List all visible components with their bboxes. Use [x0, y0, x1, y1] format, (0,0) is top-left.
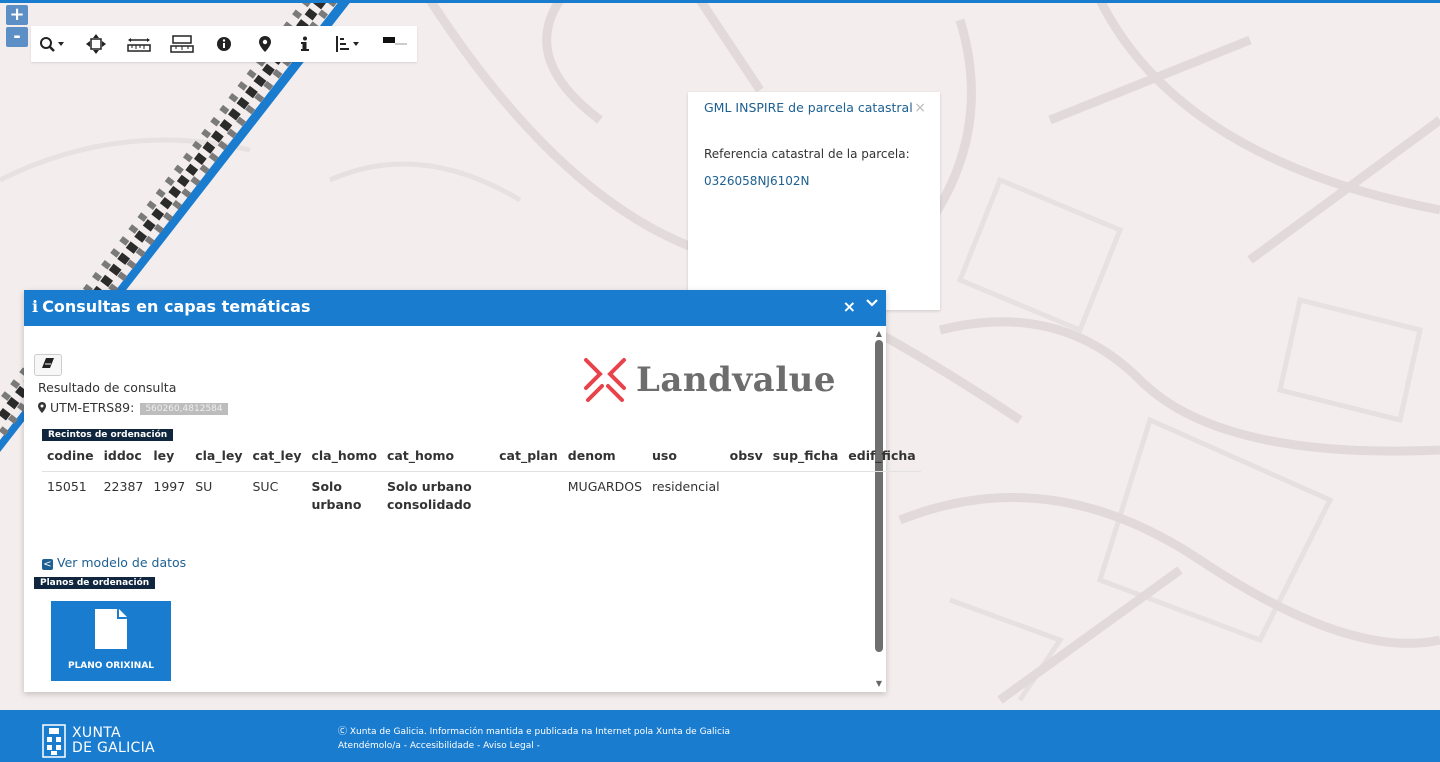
column-header: iddoc: [98, 442, 149, 472]
column-header: cat_homo: [381, 442, 495, 472]
footer-copyright: Ⓒ Xunta de Galicia. Información mantida …: [338, 725, 730, 739]
panel-header: i Consultas en capas temáticas ×: [24, 290, 886, 326]
column-header: cla_homo: [306, 442, 382, 472]
gml-inspire-popup: GML INSPIRE de parcela catastral × Refer…: [688, 92, 940, 310]
cell-codine: 15051: [47, 479, 87, 494]
layers-list-dropdown-icon[interactable]: [325, 26, 373, 62]
thematic-query-panel: i Consultas en capas temáticas × ▲ ▼ Resu…: [24, 290, 921, 692]
landvalue-mark-icon: [584, 358, 626, 402]
column-header: cla_ley: [190, 442, 248, 472]
xunta-brand-line1: XUNTA: [72, 725, 121, 741]
panel-close-button[interactable]: ×: [843, 297, 856, 316]
zoom-control: + -: [6, 5, 28, 49]
column-header: sup_ficha: [767, 442, 844, 472]
cell-cat-homo: Solo urbano consolidado: [382, 472, 494, 521]
footer-copyright-text: Xunta de Galicia. Información mantida e …: [349, 727, 731, 737]
fullscreen-arrows-icon[interactable]: [75, 26, 117, 62]
landvalue-logo-text: Landvalue: [636, 360, 836, 400]
result-title: Resultado de consulta: [38, 380, 177, 395]
cell-uso: residencial: [652, 479, 720, 494]
creative-commons-icon: Ⓒ: [338, 727, 350, 737]
share-icon: <: [42, 559, 53, 570]
landvalue-logo: Landvalue: [580, 356, 860, 406]
cell-cla-homo: Solo urbano: [306, 472, 381, 521]
column-header: obsv: [724, 442, 768, 472]
info-icon: i: [32, 297, 39, 316]
document-icon: [95, 609, 127, 649]
planos-section-tag: Planos de ordenación: [34, 577, 156, 589]
recintos-section-tag: Recintos de ordenación: [42, 429, 174, 441]
top-accent-line: [0, 0, 1440, 3]
scroll-up-icon[interactable]: ▲: [875, 330, 883, 338]
results-table: codine iddoc ley cla_ley cat_ley cla_hom…: [42, 442, 921, 520]
eraser-icon: [42, 358, 54, 368]
utm-value: 560260,4812584: [140, 402, 228, 415]
xunta-brand[interactable]: XUNTA DE GALICIA: [72, 726, 155, 756]
cell-iddoc: 22387: [103, 479, 144, 494]
location-pin-icon[interactable]: [245, 26, 285, 62]
panel-title-text: Consultas en capas temáticas: [42, 297, 311, 316]
plano-orixinal-button[interactable]: PLANO ORIXINAL: [51, 601, 171, 681]
chevron-down-icon[interactable]: [866, 297, 878, 313]
ver-modelo-link[interactable]: < Ver modelo de datos: [42, 555, 186, 570]
cell-obsv: [725, 472, 768, 521]
footer-links[interactable]: Atendémolo/a - Accesibilidade - Aviso Le…: [338, 739, 730, 753]
cla-homo-line2: urbano: [311, 497, 362, 512]
clear-results-button[interactable]: [34, 354, 62, 376]
column-header: uso: [647, 442, 725, 472]
location-pin-icon: [38, 402, 46, 413]
cell-cat-ley: SUC: [252, 479, 279, 494]
scroll-down-icon[interactable]: ▼: [875, 680, 883, 688]
cell-ley: 1997: [153, 479, 186, 494]
panel-title: i Consultas en capas temáticas: [32, 297, 310, 316]
utm-coordinates: UTM-ETRS89: 560260,4812584: [38, 400, 228, 415]
column-header: cat_ley: [247, 442, 307, 472]
plano-orixinal-label: PLANO ORIXINAL: [67, 661, 155, 671]
cla-homo-line1: Solo: [311, 479, 342, 494]
search-dropdown-icon[interactable]: [31, 26, 75, 62]
map-toolbar: [31, 26, 417, 62]
gml-popup-close-button[interactable]: ×: [914, 100, 926, 116]
cell-cat-plan: [494, 472, 563, 521]
measure-distance-icon[interactable]: [117, 26, 161, 62]
column-header: ley: [148, 442, 191, 472]
column-header: codine: [42, 442, 99, 472]
column-header: cat_plan: [494, 442, 563, 472]
xunta-brand-line2: DE GALICIA: [72, 740, 155, 756]
info-circle-icon[interactable]: [203, 26, 245, 62]
cell-denom: MUGARDOS: [567, 479, 643, 494]
legend-icon[interactable]: [373, 26, 417, 62]
xunta-shield-icon: [42, 724, 66, 762]
gml-popup-title[interactable]: GML INSPIRE de parcela catastral: [704, 100, 913, 115]
cell-sup-ficha: [768, 472, 844, 521]
ver-modelo-text: Ver modelo de datos: [57, 555, 187, 570]
gml-reference-label: Referencia catastral de la parcela:: [704, 147, 910, 161]
cell-edif-ficha: [843, 472, 920, 521]
column-header: edif_ficha: [843, 442, 921, 472]
footer: XUNTA DE GALICIA Ⓒ Xunta de Galicia. Inf…: [0, 710, 1440, 762]
zoom-in-button[interactable]: +: [6, 5, 28, 25]
table-header-row: codine iddoc ley cla_ley cat_ley cla_hom…: [42, 442, 921, 472]
zoom-out-button[interactable]: -: [6, 27, 28, 47]
info-icon[interactable]: [285, 26, 325, 62]
measure-area-icon[interactable]: [161, 26, 203, 62]
column-header: denom: [562, 442, 648, 472]
utm-label: UTM-ETRS89:: [49, 400, 135, 415]
table-row: 15051 22387 1997 SU SUC Solo urbano Solo …: [42, 472, 921, 521]
cell-cla-ley: SU: [195, 479, 213, 494]
gml-reference-link[interactable]: 0326058NJ6102N: [704, 174, 809, 188]
cat-homo-line1: Solo urbano: [386, 479, 472, 494]
cat-homo-line2: consolidado: [386, 497, 472, 512]
footer-legal: Ⓒ Xunta de Galicia. Información mantida …: [338, 725, 730, 753]
